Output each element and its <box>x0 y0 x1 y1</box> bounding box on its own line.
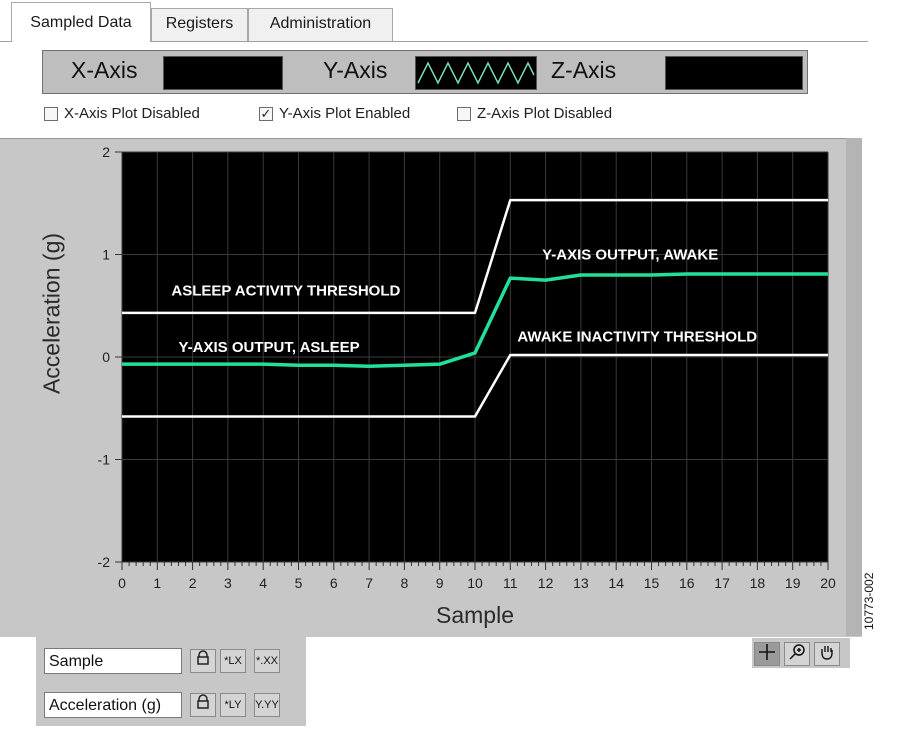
figure-id: 10773-002 <box>862 572 876 630</box>
x-axis-preview <box>163 56 283 90</box>
y-axis-wave-icon <box>417 61 535 85</box>
x-tick-label: 5 <box>295 575 303 591</box>
zoom-icon[interactable] <box>784 642 810 666</box>
z-axis-label: Z-Axis <box>551 57 617 83</box>
x-tick-label: 15 <box>644 575 660 591</box>
x-tick-label: 4 <box>259 575 267 591</box>
z-axis-checkbox-label: Z-Axis Plot Disabled <box>477 105 613 122</box>
axis-display-bar: X-Axis Y-Axis Z-Axis <box>42 50 808 94</box>
x-axis-checkbox-label: X-Axis Plot Disabled <box>64 105 200 122</box>
x-scale-name-field[interactable]: Sample <box>44 648 182 674</box>
tab-registers[interactable]: Registers <box>151 8 248 41</box>
y-tick-label: 0 <box>102 349 110 365</box>
y-autoscale-button[interactable]: *LY <box>220 693 246 717</box>
y-tick-label: 2 <box>102 144 110 160</box>
x-tick-label: 10 <box>467 575 483 591</box>
x-autoscale-button[interactable]: *LX <box>220 649 246 673</box>
y-tick-label: -1 <box>98 452 111 468</box>
x-tick-label: 9 <box>436 575 444 591</box>
x-tick-label: 19 <box>785 575 801 591</box>
x-format-button[interactable]: *.XX <box>254 649 280 673</box>
x-tick-label: 18 <box>750 575 766 591</box>
x-tick-label: 7 <box>365 575 373 591</box>
x-tick-label: 2 <box>189 575 197 591</box>
x-tick-label: 11 <box>503 575 518 591</box>
scale-legend: Sample *LX *.XX Acceleration (g) *LY Y.Y… <box>36 636 306 726</box>
y-axis-checkbox-label: Y-Axis Plot Enabled <box>279 105 411 122</box>
y-axis-label: Y-Axis <box>323 57 388 83</box>
tab-administration[interactable]: Administration <box>248 8 393 41</box>
x-tick-label: 1 <box>153 575 161 591</box>
y-axis-checkbox-box[interactable]: ✓ <box>259 107 273 121</box>
annotation-label-1: ASLEEP ACTIVITY THRESHOLD <box>171 283 400 300</box>
x-tick-label: 6 <box>330 575 338 591</box>
annotation-label-2: Y-AXIS OUTPUT, ASLEEP <box>178 339 359 356</box>
y-axis-preview <box>415 56 537 90</box>
x-axis-label: X-Axis <box>71 57 138 83</box>
acceleration-chart[interactable]: -2-10120 1 2 3 4 5 6 7 8 9 10 11 12 13 14 15 16 17 18 19 20A… <box>0 138 862 636</box>
graph-palette <box>752 638 850 668</box>
x-lock-icon[interactable] <box>190 649 216 673</box>
x-tick-label: 0 <box>118 575 126 591</box>
x-tick-label: 16 <box>679 575 695 591</box>
y-tick-label: -2 <box>98 554 111 570</box>
x-tick-label: 13 <box>573 575 589 591</box>
x-tick-label: 12 <box>538 575 554 591</box>
annotation-label-4: AWAKE INACTIVITY THRESHOLD <box>517 329 757 346</box>
tab-strip: Sampled Data Registers Administration <box>0 0 868 42</box>
x-tick-label: 20 <box>820 575 836 591</box>
panel-right-edge <box>846 138 862 636</box>
y-format-button[interactable]: Y.YY <box>254 693 280 717</box>
y-scale-name-field[interactable]: Acceleration (g) <box>44 692 182 718</box>
y-tick-label: 1 <box>102 247 110 263</box>
crosshair-icon[interactable] <box>754 642 780 666</box>
annotation-label-3: Y-AXIS OUTPUT, AWAKE <box>542 247 718 264</box>
x-tick-label: 17 <box>714 575 730 591</box>
x-axis-title: Sample <box>436 602 514 628</box>
y-axis-title: Acceleration (g) <box>38 232 65 395</box>
x-axis-checkbox-box[interactable] <box>44 107 58 121</box>
x-tick-label: 8 <box>401 575 409 591</box>
y-lock-icon[interactable] <box>190 693 216 717</box>
x-tick-label: 14 <box>608 575 624 591</box>
z-axis-checkbox-box[interactable] <box>457 107 471 121</box>
z-axis-preview <box>665 56 803 90</box>
x-tick-label: 3 <box>224 575 232 591</box>
tab-sampled-data[interactable]: Sampled Data <box>11 2 151 42</box>
pan-hand-icon[interactable] <box>814 642 840 666</box>
